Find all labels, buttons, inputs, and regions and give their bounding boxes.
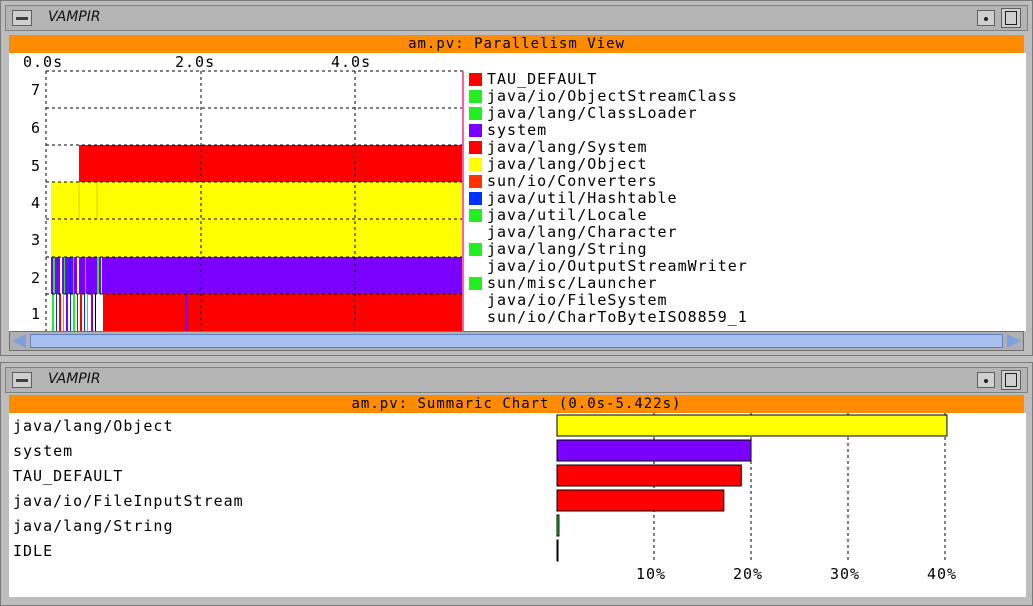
legend-item[interactable]: java/io/OutputStreamWriter — [469, 258, 1019, 275]
legend-swatch — [469, 311, 482, 324]
level-label-5: 5 — [31, 157, 40, 175]
chart-header: am.pv: Summaric Chart (0.0s-5.422s) — [9, 395, 1024, 413]
scroll-thumb[interactable] — [30, 334, 1003, 348]
legend-label: java/util/Locale — [487, 206, 648, 224]
window-title: VAMPIR — [48, 9, 101, 25]
minimize-icon[interactable] — [977, 372, 995, 388]
legend-label: java/io/OutputStreamWriter — [487, 257, 748, 275]
legend-label: java/lang/ClassLoader — [487, 104, 698, 122]
level-label-6: 6 — [31, 119, 40, 137]
time-tick-4: 4.0s — [331, 53, 371, 71]
time-tick-2: 2.0s — [175, 53, 215, 71]
maximize-icon[interactable] — [1001, 370, 1021, 390]
legend-item[interactable]: java/util/Hashtable — [469, 190, 1019, 207]
band-level-1 — [51, 294, 463, 331]
window-menu-icon[interactable] — [12, 372, 32, 388]
legend-swatch — [469, 226, 482, 239]
minimize-icon[interactable] — [977, 10, 995, 26]
legend-item[interactable]: java/lang/Object — [469, 156, 1019, 173]
level-label-2: 2 — [31, 269, 40, 287]
legend: TAU_DEFAULT java/io/ObjectStreamClass ja… — [469, 71, 1019, 326]
bar-0[interactable] — [556, 414, 948, 437]
legend-label: java/io/FileSystem — [487, 291, 668, 309]
legend-swatch — [469, 141, 482, 154]
title-bar[interactable]: VAMPIR — [5, 367, 1028, 393]
level-label-7: 7 — [31, 81, 40, 99]
window-menu-icon[interactable] — [12, 10, 32, 26]
x-tick-label: 10% — [636, 565, 666, 583]
legend-swatch — [469, 243, 482, 256]
legend-item[interactable]: sun/io/Converters — [469, 173, 1019, 190]
end-marker — [462, 71, 464, 331]
legend-label: java/util/Hashtable — [487, 189, 678, 207]
legend-swatch — [469, 260, 482, 273]
horizontal-scrollbar[interactable] — [9, 331, 1024, 351]
band-level-2 — [51, 257, 463, 294]
bar-chart: 10% 20% 30% 40% — [556, 413, 957, 583]
legend-label: sun/io/CharToByteISO8859_1 — [487, 308, 748, 326]
bar-5[interactable] — [556, 539, 559, 562]
legend-label: java/lang/Object — [487, 155, 648, 173]
legend-swatch — [469, 192, 482, 205]
legend-item[interactable]: java/io/ObjectStreamClass — [469, 88, 1019, 105]
legend-swatch — [469, 90, 482, 103]
title-bar[interactable]: VAMPIR — [5, 5, 1028, 31]
legend-label: java/lang/System — [487, 138, 648, 156]
bar-1[interactable] — [556, 439, 752, 462]
level-label-4: 4 — [31, 194, 40, 212]
legend-swatch — [469, 73, 482, 86]
x-tick-label: 40% — [927, 565, 957, 583]
legend-swatch — [469, 158, 482, 171]
parallelism-view[interactable]: 0.0s 2.0s 4.0s 7 6 5 4 3 2 1 TAU_DEFAULT… — [9, 53, 1026, 331]
legend-swatch — [469, 209, 482, 222]
legend-item[interactable]: java/lang/System — [469, 139, 1019, 156]
legend-item[interactable]: sun/misc/Launcher — [469, 275, 1019, 292]
legend-label: system — [487, 121, 548, 139]
legend-item[interactable]: java/lang/Character — [469, 224, 1019, 241]
legend-item[interactable]: TAU_DEFAULT — [469, 71, 1019, 88]
summaric-window: VAMPIR am.pv: Summaric Chart (0.0s-5.422… — [0, 362, 1033, 606]
legend-swatch — [469, 277, 482, 290]
band-level-5 — [79, 145, 463, 182]
legend-item[interactable]: java/util/Locale — [469, 207, 1019, 224]
legend-item[interactable]: java/lang/String — [469, 241, 1019, 258]
bar-3[interactable] — [556, 489, 725, 512]
time-tick-0: 0.0s — [23, 53, 63, 71]
scroll-left-arrow-icon[interactable] — [12, 334, 26, 348]
legend-item[interactable]: java/io/FileSystem — [469, 292, 1019, 309]
legend-swatch — [469, 124, 482, 137]
level-label-1: 1 — [31, 305, 40, 323]
legend-swatch — [469, 107, 482, 120]
legend-item[interactable]: system — [469, 122, 1019, 139]
x-tick-label: 20% — [733, 565, 763, 583]
parallelism-window: VAMPIR am.pv: Parallelism View 0.0s 2.0s… — [0, 0, 1033, 356]
legend-label: TAU_DEFAULT — [487, 70, 598, 88]
legend-label: sun/misc/Launcher — [487, 274, 658, 292]
bar-4[interactable] — [556, 514, 560, 537]
bar-2[interactable] — [556, 464, 742, 487]
level-label-3: 3 — [31, 231, 40, 249]
legend-label: java/lang/String — [487, 240, 648, 258]
legend-item[interactable]: sun/io/CharToByteISO8859_1 — [469, 309, 1019, 326]
view-header: am.pv: Parallelism View — [9, 35, 1024, 53]
legend-swatch — [469, 175, 482, 188]
window-title: VAMPIR — [48, 371, 101, 387]
legend-label: java/io/ObjectStreamClass — [487, 87, 738, 105]
legend-item[interactable]: java/lang/ClassLoader — [469, 105, 1019, 122]
legend-label: sun/io/Converters — [487, 172, 658, 190]
maximize-icon[interactable] — [1001, 8, 1021, 28]
legend-swatch — [469, 294, 482, 307]
summaric-chart[interactable]: java/lang/Object system TAU_DEFAULT java… — [9, 413, 1026, 597]
x-tick-label: 30% — [830, 565, 860, 583]
legend-label: java/lang/Character — [487, 223, 678, 241]
scroll-right-arrow-icon[interactable] — [1007, 334, 1021, 348]
